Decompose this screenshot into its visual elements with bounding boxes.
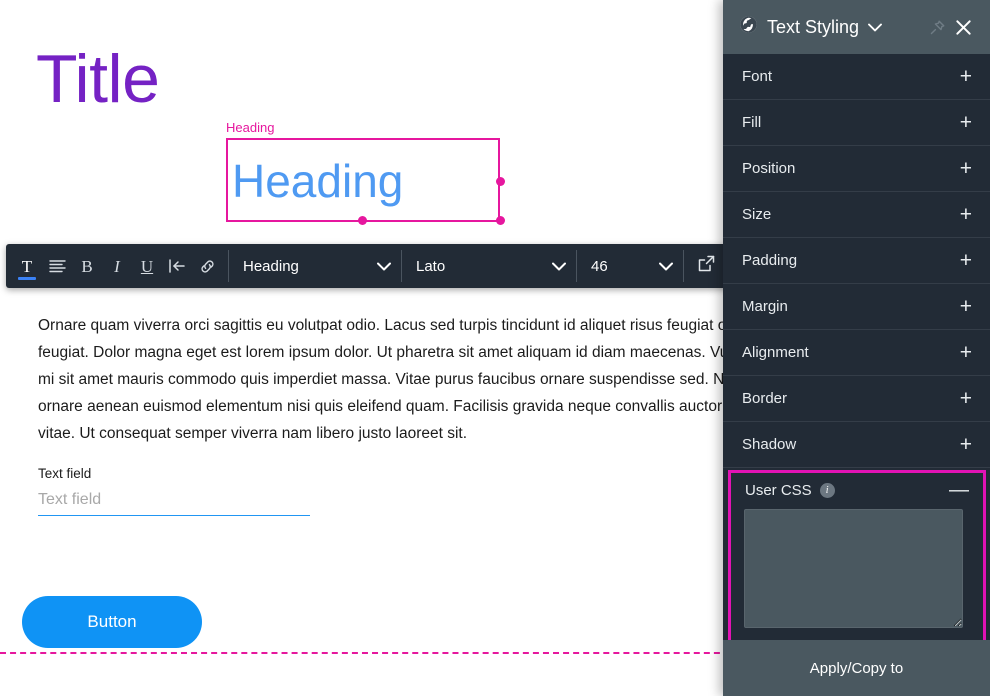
section-font[interactable]: Font + bbox=[723, 54, 990, 100]
user-css-header[interactable]: User CSS i — bbox=[731, 473, 983, 507]
selection-element-label: Heading bbox=[226, 120, 275, 135]
section-size[interactable]: Size + bbox=[723, 192, 990, 238]
indent-left-icon bbox=[168, 259, 186, 273]
section-label: Position bbox=[742, 160, 796, 177]
chevron-down-icon bbox=[552, 258, 566, 275]
text-styling-panel: Text Styling Font + Fill + Position + Si… bbox=[723, 0, 990, 696]
user-css-textarea[interactable] bbox=[744, 509, 963, 628]
collapse-minus-icon[interactable]: — bbox=[949, 480, 969, 500]
expand-plus-icon[interactable]: + bbox=[960, 204, 972, 225]
chevron-down-icon bbox=[659, 258, 673, 275]
pin-icon[interactable] bbox=[924, 14, 950, 40]
resize-handle-right[interactable] bbox=[496, 177, 505, 186]
bold-button[interactable]: B bbox=[72, 247, 102, 285]
text-field-label: Text field bbox=[38, 466, 92, 481]
apply-copy-to-button[interactable]: Apply/Copy to bbox=[723, 640, 990, 696]
expand-plus-icon[interactable]: + bbox=[960, 388, 972, 409]
apply-copy-to-label: Apply/Copy to bbox=[809, 659, 904, 677]
section-label: Padding bbox=[742, 252, 798, 269]
section-label: Size bbox=[742, 206, 772, 223]
text-format-button[interactable]: T bbox=[12, 247, 42, 285]
canvas-title-text[interactable]: Title bbox=[36, 40, 160, 118]
section-label: Font bbox=[742, 68, 773, 85]
font-size-value: 46 bbox=[591, 257, 608, 275]
font-size-select[interactable]: 46 bbox=[577, 244, 683, 288]
expand-plus-icon[interactable]: + bbox=[960, 112, 972, 133]
align-justify-icon bbox=[48, 259, 66, 273]
panel-sections-list: Font + Fill + Position + Size + Padding … bbox=[723, 54, 990, 640]
section-fill[interactable]: Fill + bbox=[723, 100, 990, 146]
paragraph-style-select[interactable]: Heading bbox=[229, 244, 401, 288]
align-button[interactable] bbox=[42, 247, 72, 285]
indent-button[interactable] bbox=[162, 247, 192, 285]
alignment-guide-line bbox=[0, 652, 740, 654]
app-root: Title Heading Heading Ornare quam viverr… bbox=[0, 0, 990, 696]
text-field-input[interactable] bbox=[38, 491, 310, 516]
open-external-button[interactable] bbox=[684, 244, 728, 288]
expand-plus-icon[interactable]: + bbox=[960, 342, 972, 363]
panel-header: Text Styling bbox=[723, 0, 990, 54]
chevron-down-icon bbox=[377, 258, 391, 275]
canvas-text-field-group: Text field bbox=[38, 466, 310, 516]
canvas-body-paragraph[interactable]: Ornare quam viverra orci sagittis eu vol… bbox=[38, 312, 740, 447]
section-label: Fill bbox=[742, 114, 762, 131]
italic-button[interactable]: I bbox=[102, 247, 132, 285]
link-button[interactable] bbox=[192, 247, 222, 285]
font-family-value: Lato bbox=[416, 257, 446, 275]
globe-icon bbox=[739, 15, 758, 39]
section-position[interactable]: Position + bbox=[723, 146, 990, 192]
expand-plus-icon[interactable]: + bbox=[960, 66, 972, 87]
section-user-css[interactable]: User CSS i — bbox=[728, 470, 986, 640]
expand-plus-icon[interactable]: + bbox=[960, 158, 972, 179]
bold-icon: B bbox=[81, 256, 93, 276]
underline-icon: U bbox=[140, 256, 154, 276]
section-margin[interactable]: Margin + bbox=[723, 284, 990, 330]
font-family-select[interactable]: Lato bbox=[402, 244, 576, 288]
resize-handle-bottom[interactable] bbox=[358, 216, 367, 225]
expand-plus-icon[interactable]: + bbox=[960, 434, 972, 455]
canvas-primary-button[interactable]: Button bbox=[22, 596, 202, 648]
section-label: Alignment bbox=[742, 344, 809, 361]
text-format-icon: T bbox=[21, 256, 33, 276]
section-alignment[interactable]: Alignment + bbox=[723, 330, 990, 376]
external-link-icon bbox=[697, 254, 716, 278]
chevron-down-icon[interactable] bbox=[868, 23, 882, 32]
section-label: Shadow bbox=[742, 436, 797, 453]
link-icon bbox=[199, 258, 216, 275]
canvas-heading-text[interactable]: Heading bbox=[232, 152, 403, 210]
underline-button[interactable]: U bbox=[132, 247, 162, 285]
section-shadow[interactable]: Shadow + bbox=[723, 422, 990, 468]
info-icon[interactable]: i bbox=[819, 482, 835, 498]
italic-icon: I bbox=[114, 256, 120, 276]
design-canvas[interactable]: Title Heading Heading Ornare quam viverr… bbox=[0, 0, 740, 696]
close-icon[interactable] bbox=[950, 14, 976, 40]
text-format-toolbar[interactable]: T B I U Heading Lato 46 bbox=[6, 244, 818, 288]
toolbar-format-group: T B I U bbox=[6, 244, 228, 288]
expand-plus-icon[interactable]: + bbox=[960, 250, 972, 271]
section-padding[interactable]: Padding + bbox=[723, 238, 990, 284]
resize-handle-bottom-right[interactable] bbox=[496, 216, 505, 225]
section-border[interactable]: Border + bbox=[723, 376, 990, 422]
expand-plus-icon[interactable]: + bbox=[960, 296, 972, 317]
panel-title: Text Styling bbox=[767, 16, 860, 37]
user-css-label: User CSS bbox=[745, 481, 812, 499]
section-label: Border bbox=[742, 390, 788, 407]
section-label: Margin bbox=[742, 298, 788, 315]
paragraph-style-value: Heading bbox=[243, 257, 299, 275]
